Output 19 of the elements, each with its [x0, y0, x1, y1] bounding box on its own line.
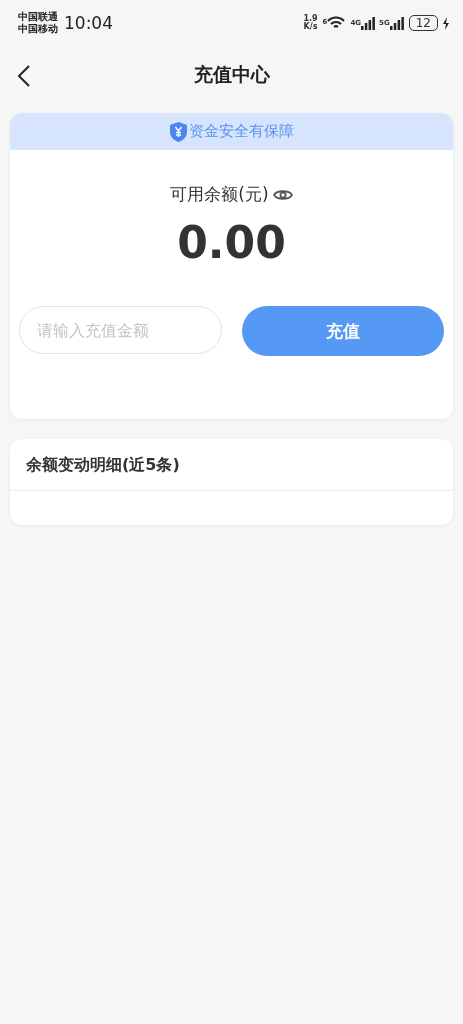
signal-icon [361, 16, 376, 30]
eye-icon[interactable] [272, 187, 293, 202]
wifi-icon [327, 16, 346, 30]
battery-level: 12 [408, 15, 438, 31]
net-speed: 1.9 [303, 15, 318, 23]
shield-icon [169, 121, 187, 142]
amount-field[interactable]: 请输入充值金额 [19, 306, 222, 354]
charging-icon [443, 16, 449, 30]
banner-text: 资金安全有保障 [188, 122, 294, 141]
clock: 10:04 [64, 13, 113, 33]
balance-amount: 0.00 [176, 218, 287, 268]
page-title: 充值中心 [193, 62, 270, 87]
net-speed-unit: K/s [303, 23, 318, 31]
recharge-button[interactable]: 充值 [242, 306, 444, 356]
balance-label: 可用余额(元) [170, 183, 269, 206]
carrier-name: 中国联通 [18, 11, 58, 23]
signal-icon [389, 16, 404, 30]
details-title: 余额变动明细(近5条) [10, 439, 453, 491]
carrier-name: 中国移动 [18, 23, 58, 35]
